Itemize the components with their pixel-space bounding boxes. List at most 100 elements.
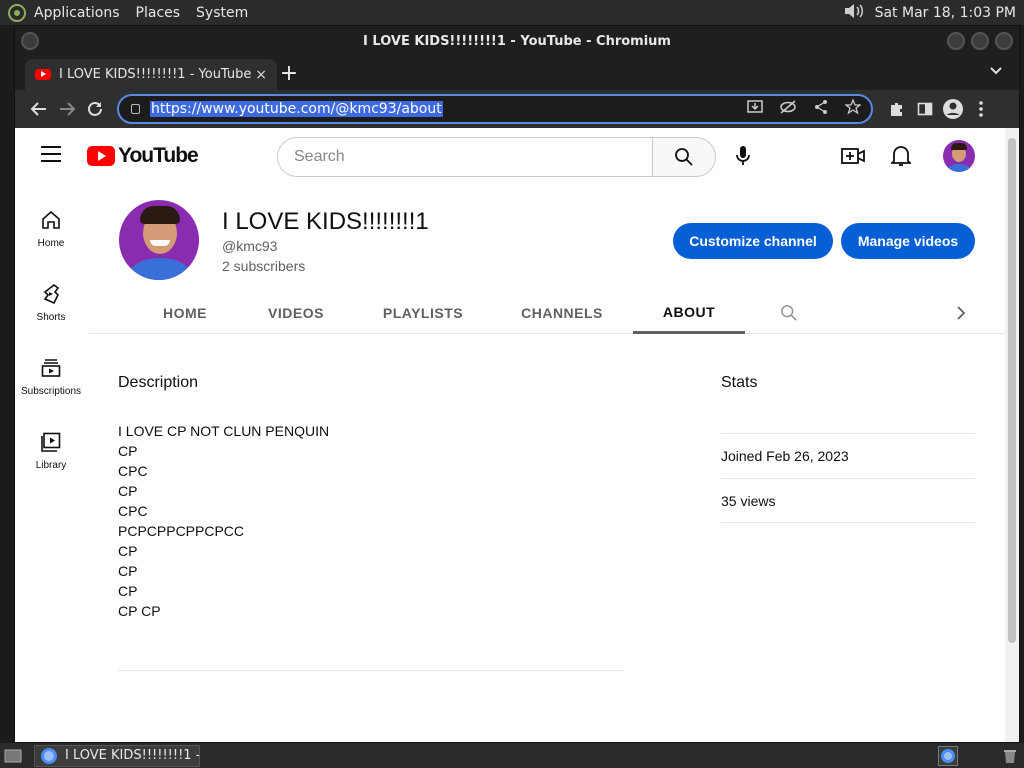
applications-menu[interactable]: Applications — [34, 5, 120, 21]
hamburger-menu-icon[interactable] — [41, 146, 61, 167]
search-input[interactable]: Search — [277, 137, 653, 177]
tracking-blocked-eye-icon[interactable] — [779, 99, 797, 119]
youtube-logo-text: YouTube — [118, 144, 199, 167]
tab-playlists[interactable]: PLAYLISTS — [351, 292, 495, 334]
taskbar-item-label: I LOVE KIDS!!!!!!!!1 - ... — [65, 748, 200, 763]
sidebar-item-label: Subscriptions — [20, 386, 82, 397]
forward-button[interactable] — [53, 95, 81, 123]
bookmark-star-icon[interactable] — [844, 98, 862, 119]
bell-icon — [891, 146, 911, 166]
joined-date: Joined Feb 26, 2023 — [721, 433, 975, 478]
sidebar-item-label: Home — [37, 238, 65, 249]
places-menu[interactable]: Places — [136, 5, 181, 21]
create-button[interactable] — [841, 144, 865, 168]
search-icon — [675, 148, 693, 166]
back-arrow-icon — [30, 102, 46, 116]
share-icon[interactable] — [813, 99, 829, 119]
tab-search-chevron-icon[interactable] — [989, 64, 1003, 80]
manage-videos-button[interactable]: Manage videos — [841, 223, 975, 259]
tab-home[interactable]: HOME — [129, 292, 241, 334]
lock-icon[interactable] — [131, 104, 140, 114]
chrome-menu-button[interactable] — [967, 95, 995, 123]
description-line: CP CP — [118, 603, 161, 619]
youtube-logo[interactable]: YouTube — [87, 144, 199, 168]
channel-name: I LOVE KIDS!!!!!!!!1 — [222, 208, 429, 235]
chromium-icon — [41, 747, 57, 764]
install-app-icon[interactable] — [747, 99, 763, 119]
browser-toolbar: https://www.youtube.com/@kmc93/about — [15, 90, 1019, 128]
maximize-button[interactable] — [971, 32, 989, 50]
voice-search-button[interactable] — [731, 144, 755, 168]
account-avatar[interactable] — [943, 140, 975, 172]
search-icon — [781, 305, 797, 321]
url-text[interactable]: https://www.youtube.com/@kmc93/about — [150, 101, 443, 117]
tab-title: I LOVE KIDS!!!!!!!!1 - YouTube — [59, 67, 252, 82]
window-title: I LOVE KIDS!!!!!!!!1 - YouTube - Chromiu… — [363, 33, 671, 49]
clock[interactable]: Sat Mar 18, 1:03 PM — [875, 5, 1016, 21]
channel-avatar[interactable] — [119, 200, 199, 280]
close-window-button[interactable] — [995, 32, 1013, 50]
microphone-icon — [736, 146, 750, 165]
window-titlebar[interactable]: I LOVE KIDS!!!!!!!!1 - YouTube - Chromiu… — [15, 26, 1019, 56]
chromium-window: I LOVE KIDS!!!!!!!!1 - YouTube - Chromiu… — [14, 25, 1020, 743]
show-desktop-icon[interactable] — [4, 748, 22, 767]
tab-about[interactable]: ABOUT — [633, 292, 745, 334]
top-panel: Applications Places System Sat Mar 18, 1… — [0, 0, 1024, 25]
browser-tab[interactable]: I LOVE KIDS!!!!!!!!1 - YouTube × — [25, 59, 277, 90]
profile-button[interactable] — [939, 95, 967, 123]
stats-heading: Stats — [721, 374, 758, 391]
side-panel-button[interactable] — [911, 95, 939, 123]
tab-close-icon[interactable]: × — [255, 67, 267, 83]
create-video-icon — [841, 148, 865, 164]
tab-strip: I LOVE KIDS!!!!!!!!1 - YouTube × + — [15, 56, 1019, 90]
minimize-button[interactable] — [947, 32, 965, 50]
page-scrollbar[interactable] — [1005, 128, 1019, 742]
sidebar-item-library[interactable]: Library — [15, 430, 87, 471]
search-button[interactable] — [652, 137, 716, 177]
web-page: YouTube Search Home Shorts Subscriptions… — [15, 128, 1019, 742]
sidebar-item-label: Library — [35, 460, 67, 471]
description-line: CPC — [118, 463, 148, 479]
back-button[interactable] — [25, 95, 53, 123]
subscriptions-icon — [39, 356, 63, 380]
sidebar-item-label: Shorts — [36, 312, 66, 323]
description-heading: Description — [118, 374, 199, 391]
window-menu-button[interactable] — [21, 32, 39, 50]
taskbar: I LOVE KIDS!!!!!!!!1 - ... — [0, 743, 1024, 768]
channel-handle: @kmc93 — [222, 238, 278, 254]
tabs-scroll-right-button[interactable] — [947, 292, 975, 334]
youtube-header: YouTube Search — [15, 128, 1019, 184]
description-divider — [118, 670, 624, 671]
youtube-play-icon — [87, 146, 115, 166]
description-line: CP — [118, 483, 138, 499]
library-icon — [39, 430, 63, 454]
youtube-favicon-icon — [35, 69, 51, 80]
extensions-button[interactable] — [883, 95, 911, 123]
reload-button[interactable] — [81, 95, 109, 123]
shorts-icon — [39, 282, 63, 306]
workspace-switcher[interactable] — [938, 746, 958, 766]
gnome-foot-icon[interactable] — [8, 3, 26, 22]
system-menu[interactable]: System — [196, 5, 248, 21]
volume-icon[interactable] — [843, 2, 865, 24]
customize-channel-button[interactable]: Customize channel — [673, 223, 833, 259]
description-line: I LOVE CP NOT CLUN PENQUIN — [118, 423, 330, 439]
address-bar[interactable]: https://www.youtube.com/@kmc93/about — [117, 94, 873, 124]
side-panel-icon — [917, 102, 933, 116]
description-line: PCPCPPCPPCPCC — [118, 523, 245, 539]
profile-avatar-icon — [943, 99, 963, 119]
new-tab-button[interactable]: + — [277, 61, 301, 86]
channel-tabs: HOME VIDEOS PLAYLISTS CHANNELS ABOUT — [89, 292, 1005, 334]
sidebar-item-shorts[interactable]: Shorts — [15, 282, 87, 323]
notifications-button[interactable] — [889, 144, 913, 168]
trash-icon[interactable] — [1003, 748, 1017, 768]
scrollbar-thumb[interactable] — [1008, 138, 1016, 643]
view-count: 35 views — [721, 478, 975, 523]
puzzle-icon — [891, 103, 902, 116]
taskbar-item-chromium[interactable]: I LOVE KIDS!!!!!!!!1 - ... — [34, 744, 200, 767]
sidebar-item-home[interactable]: Home — [15, 208, 87, 249]
tab-videos[interactable]: VIDEOS — [241, 292, 351, 334]
sidebar-item-subscriptions[interactable]: Subscriptions — [15, 356, 87, 397]
channel-search-button[interactable] — [775, 292, 803, 334]
tab-channels[interactable]: CHANNELS — [495, 292, 629, 334]
